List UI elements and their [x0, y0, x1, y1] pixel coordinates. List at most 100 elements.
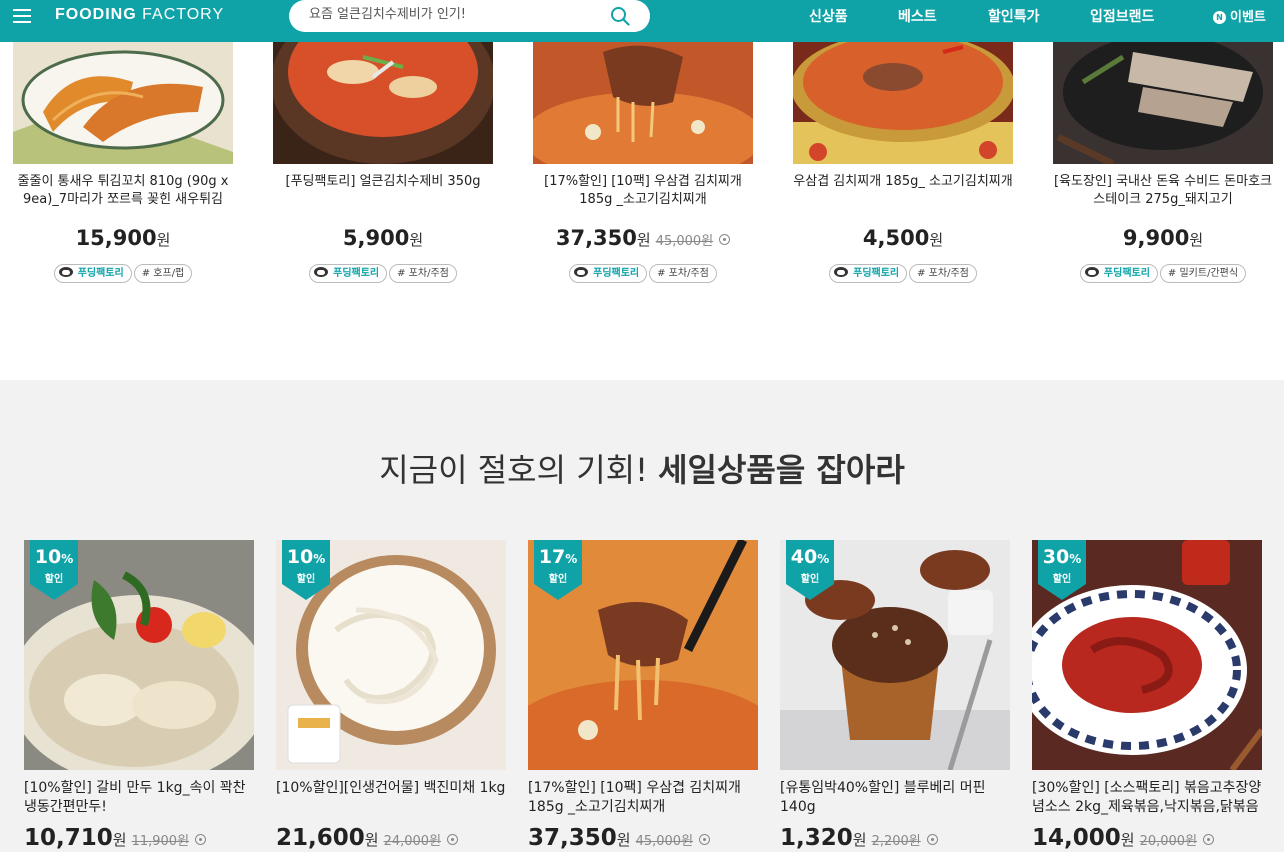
product-name[interactable]: [육도장인] 국내산 돈육 수비드 돈마호크 스테이크 275g_돼지고기: [1053, 173, 1273, 213]
info-icon[interactable]: [195, 834, 207, 845]
nav-new[interactable]: 신상품: [809, 6, 848, 26]
discount-percent-sign: %: [565, 552, 578, 566]
nav-sale[interactable]: 할인특가: [988, 6, 1040, 26]
price-unit: 원: [929, 231, 944, 249]
discount-label: 할인: [800, 574, 820, 585]
discount-percent-sign: %: [1069, 552, 1082, 566]
nav-event[interactable]: N 이벤트: [1213, 6, 1266, 25]
brand-tag[interactable]: 푸딩팩토리: [569, 264, 648, 283]
tag-list: 푸딩팩토리 # 호프/펍: [13, 264, 233, 283]
price-row: 1,320원 2,200원: [780, 825, 1010, 851]
discount-percent-sign: %: [817, 552, 830, 566]
price: 5,900: [342, 226, 410, 250]
product-image[interactable]: [1053, 42, 1273, 164]
price-unit: 원: [1189, 231, 1204, 249]
product-name[interactable]: [유통임박40%할인] 블루베리 머핀 140g: [780, 779, 1010, 821]
search-input[interactable]: [309, 7, 599, 22]
product-name[interactable]: 우삼겹 김치찌개 185g_ 소고기김치찌개: [793, 173, 1013, 213]
sale-product-card[interactable]: 10% 할인 [10%할인][인생건어물] 백진미채 1kg 21,600원 24…: [276, 540, 506, 851]
price-row: 21,600원 24,000원: [276, 825, 506, 851]
price: 37,350: [555, 226, 637, 250]
info-icon[interactable]: [926, 834, 938, 845]
sale-product-card[interactable]: 17% 할인 [17%할인] [10팩] 우삼겹 김치찌개 185g _소고기김…: [528, 540, 758, 851]
discount-value: 40: [790, 546, 818, 568]
nav-brands[interactable]: 입점브랜드: [1090, 6, 1154, 26]
discount-value: 10: [286, 546, 314, 568]
info-icon[interactable]: [719, 234, 731, 245]
new-badge: N: [1213, 11, 1226, 24]
discount-percent-sign: %: [313, 552, 326, 566]
brand-logo-icon: [314, 267, 329, 277]
original-price: 45,000원: [635, 834, 694, 849]
price-row: 14,000원 20,000원: [1032, 825, 1262, 851]
sale-product-card[interactable]: 30% 할인 [30%할인] [소스팩토리] 볶음고추장양념소스 2kg_제육볶…: [1032, 540, 1262, 851]
product-name[interactable]: [푸딩팩토리] 얼큰김치수제비 350g: [273, 173, 493, 213]
category-tag[interactable]: # 포차/주점: [389, 264, 457, 283]
product-card[interactable]: [푸딩팩토리] 얼큰김치수제비 350g 5,900원 푸딩팩토리 # 포차/주점: [273, 42, 493, 283]
price-row: 37,350원 45,000원: [528, 825, 758, 851]
discount-ribbon: 10% 할인: [30, 540, 78, 600]
brand-tag-label: 푸딩팩토리: [77, 268, 124, 279]
product-name[interactable]: [17%할인] [10팩] 우삼겹 김치찌개 185g _소고기김치찌개: [528, 779, 758, 821]
price-unit: 원: [1120, 831, 1135, 849]
tag-list: 푸딩팩토리 # 밀키트/간편식: [1053, 264, 1273, 283]
category-tag[interactable]: # 포차/주점: [649, 264, 717, 283]
product-name[interactable]: [17%할인] [10팩] 우삼겹 김치찌개 185g _소고기김치찌개: [533, 173, 753, 213]
price: 21,600: [276, 825, 365, 851]
product-card[interactable]: 줄줄이 통새우 튀김꼬치 810g (90g x 9ea)_7마리가 쪼르륵 꽂…: [13, 42, 233, 283]
category-tag[interactable]: # 포차/주점: [909, 264, 977, 283]
product-image[interactable]: 10% 할인: [24, 540, 254, 770]
search-bar: [289, 0, 650, 32]
category-tag[interactable]: # 호프/펍: [133, 264, 193, 283]
info-icon[interactable]: [447, 834, 459, 845]
discount-value: 17: [538, 546, 566, 568]
product-image[interactable]: 17% 할인: [528, 540, 758, 770]
search-icon[interactable]: [610, 6, 630, 26]
sale-product-card[interactable]: 10% 할인 [10%할인] 갈비 만두 1kg_속이 꽉찬 냉동간편만두! 1…: [24, 540, 254, 851]
product-name[interactable]: 줄줄이 통새우 튀김꼬치 810g (90g x 9ea)_7마리가 쪼르륵 꽂…: [13, 173, 233, 213]
original-price: 20,000원: [1139, 834, 1198, 849]
top-header: FOODING FACTORY 신상품 베스트 할인특가 입점브랜드 N 이벤트: [0, 0, 1284, 42]
price-row: 15,900원: [13, 226, 233, 250]
menu-icon[interactable]: [13, 9, 31, 23]
brand-tag-label: 푸딩팩토리: [593, 268, 640, 279]
price: 15,900: [75, 226, 157, 250]
sale-title-bold: 세일상품을 잡아라: [658, 451, 905, 489]
product-card[interactable]: [육도장인] 국내산 돈육 수비드 돈마호크 스테이크 275g_돼지고기 9,…: [1053, 42, 1273, 283]
product-image[interactable]: [793, 42, 1013, 164]
nav-best[interactable]: 베스트: [898, 6, 937, 26]
product-name[interactable]: [10%할인] 갈비 만두 1kg_속이 꽉찬 냉동간편만두!: [24, 779, 254, 821]
product-card[interactable]: [17%할인] [10팩] 우삼겹 김치찌개 185g _소고기김치찌개 37,…: [533, 42, 753, 283]
category-tag[interactable]: # 밀키트/간편식: [1159, 264, 1247, 283]
product-name[interactable]: [10%할인][인생건어물] 백진미채 1kg: [276, 779, 506, 821]
product-image[interactable]: 30% 할인: [1032, 540, 1262, 770]
brand-logo-icon: [1084, 267, 1099, 277]
price-unit: 원: [616, 831, 631, 849]
product-image[interactable]: [13, 42, 233, 164]
product-name[interactable]: [30%할인] [소스팩토리] 볶음고추장양념소스 2kg_제육볶음,낙지볶음,…: [1032, 779, 1262, 821]
price-unit: 원: [364, 831, 379, 849]
product-image[interactable]: [533, 42, 753, 164]
product-card[interactable]: 우삼겹 김치찌개 185g_ 소고기김치찌개 4,500원 푸딩팩토리 # 포차/…: [793, 42, 1013, 283]
brand-tag-label: 푸딩팩토리: [333, 268, 380, 279]
product-image[interactable]: 40% 할인: [780, 540, 1010, 770]
product-image[interactable]: [273, 42, 493, 164]
price: 37,350: [528, 825, 617, 851]
product-image[interactable]: 10% 할인: [276, 540, 506, 770]
price-unit: 원: [156, 231, 171, 249]
brand-tag-label: 푸딩팩토리: [853, 268, 900, 279]
brand-tag[interactable]: 푸딩팩토리: [1079, 264, 1158, 283]
info-icon[interactable]: [1203, 834, 1215, 845]
price: 4,500: [862, 226, 930, 250]
tag-list: 푸딩팩토리 # 포차/주점: [273, 264, 493, 283]
brand-tag[interactable]: 푸딩팩토리: [309, 264, 388, 283]
brand-tag[interactable]: 푸딩팩토리: [53, 264, 132, 283]
discount-label: 할인: [296, 574, 316, 585]
logo[interactable]: FOODING FACTORY: [55, 6, 224, 24]
info-icon[interactable]: [699, 834, 711, 845]
sale-product-card[interactable]: 40% 할인 [유통임박40%할인] 블루베리 머핀 140g 1,320원 2,…: [780, 540, 1010, 851]
price-row: 5,900원: [273, 226, 493, 250]
tag-list: 푸딩팩토리 # 포차/주점: [793, 264, 1013, 283]
price: 10,710: [24, 825, 113, 851]
brand-tag[interactable]: 푸딩팩토리: [829, 264, 908, 283]
